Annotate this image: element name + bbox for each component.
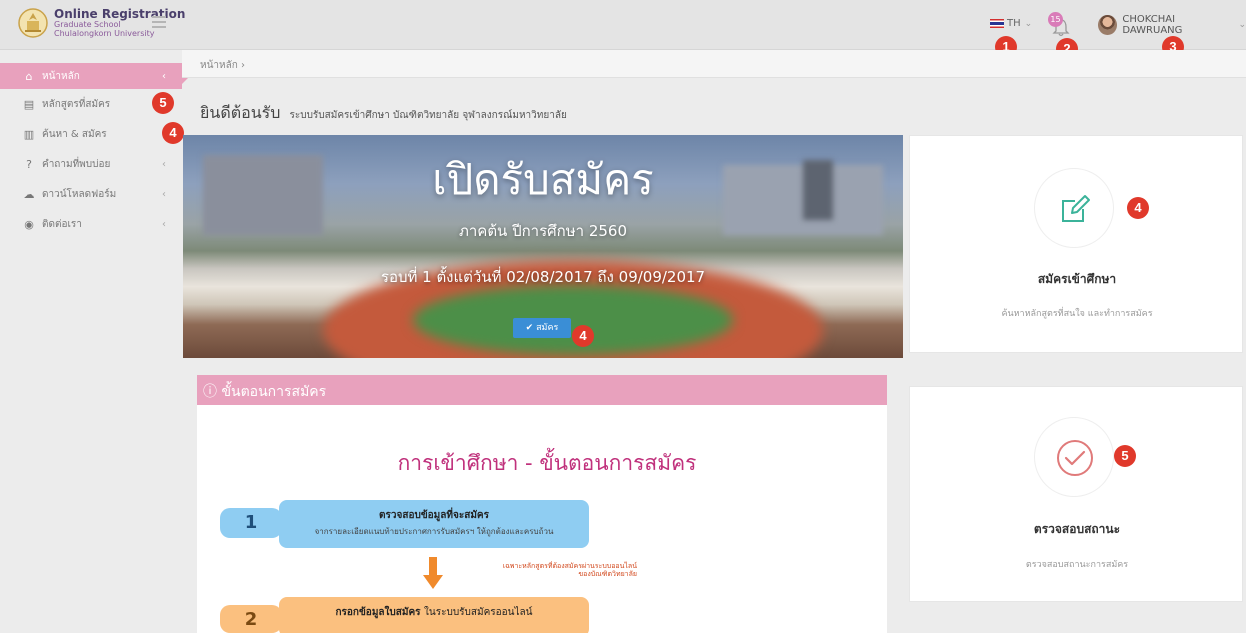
university-seal-icon <box>18 8 48 38</box>
course-icon: ▤ <box>23 97 35 111</box>
step-1-title: ตรวจสอบข้อมูลที่จะสมัคร <box>379 510 489 521</box>
status-card-title: ตรวจสอบสถานะ <box>1033 522 1121 536</box>
annotation-marker-4: 4 <box>1127 197 1149 219</box>
sidebar-item-label: ค้นหา & สมัคร <box>42 128 107 140</box>
chevron-down-icon: ⌄ <box>1238 20 1246 30</box>
step-2-box: กรอกข้อมูลใบสมัคร ในระบบรับสมัครออนไลน์ <box>279 597 589 633</box>
user-menu[interactable]: CHOKCHAI DAWRUANG ⌄ <box>1098 14 1246 36</box>
info-icon: ⓘ <box>203 384 222 400</box>
sidebar-item-label: หน้าหลัก <box>42 70 80 82</box>
sidebar-item-label: ติดต่อเรา <box>42 218 82 230</box>
welcome-subtitle: ระบบรับสมัครเข้าศึกษา บัณฑิตวิทยาลัย จุฬ… <box>289 110 567 121</box>
step-note-line-2: ของบัณฑิตวิทยาลัย <box>578 570 637 579</box>
breadcrumb: หน้าหลัก › <box>182 50 1246 78</box>
check-circle-icon <box>1057 440 1093 476</box>
step-2-title: กรอกข้อมูลใบสมัคร ในระบบรับสมัครออนไลน์ <box>279 605 589 620</box>
step-2-title-bold: กรอกข้อมูลใบสมัคร <box>335 607 421 618</box>
book-icon: ▥ <box>23 127 35 141</box>
status-card-description: ตรวจสอบสถานะการสมัคร <box>1025 560 1129 570</box>
step-1-number: 1 <box>220 508 282 538</box>
apply-button-label: สมัคร <box>536 323 559 333</box>
hero-round-dates: รอบที่ 1 ตั้งแต่วันที่ 02/08/2017 ถึง 09… <box>380 268 706 286</box>
sidebar-item-download[interactable]: ☁ ดาวน์โหลดฟอร์ม ‹ <box>0 181 182 207</box>
avatar <box>1098 15 1118 35</box>
chevron-left-icon: ‹ <box>162 158 166 170</box>
language-selector[interactable]: TH ⌄ <box>990 18 1032 29</box>
menu-toggle-icon[interactable] <box>152 16 166 28</box>
sidebar-item-label: หลักสูตรที่สมัคร <box>42 98 111 110</box>
sidebar: ⌂ หน้าหลัก ‹ ▤ หลักสูตรที่สมัคร ▥ ค้นหา … <box>0 50 190 633</box>
question-icon: ? <box>26 157 32 171</box>
annotation-marker-4: 4 <box>572 325 594 347</box>
step-1-box: ตรวจสอบข้อมูลที่จะสมัคร จากรายละเอียดแนบ… <box>279 500 589 548</box>
annotation-marker-5: 5 <box>1114 445 1136 467</box>
chevron-left-icon: ‹ <box>162 70 166 82</box>
apply-button[interactable]: ✔ สมัคร <box>513 318 571 338</box>
sidebar-item-faq[interactable]: ? คำถามที่พบบ่อย ‹ <box>0 151 182 177</box>
cloud-download-icon: ☁ <box>23 187 35 201</box>
welcome-title: ยินดีต้อนรับ <box>200 103 281 122</box>
steps-header-label: ขั้นตอนการสมัคร <box>221 384 327 400</box>
hero-semester: ภาคต้น ปีการศึกษา 2560 <box>458 222 628 240</box>
step-note-line-1: เฉพาะหลักสูตรที่ต้องสมัครผ่านระบบออนไลน์ <box>502 562 637 570</box>
apply-card[interactable]: สมัครเข้าศึกษา ค้นหาหลักสูตรที่สนใจ และท… <box>909 135 1243 353</box>
steps-panel-header: ⓘ ขั้นตอนการสมัคร <box>197 375 887 405</box>
annotation-marker-4: 4 <box>162 122 184 144</box>
sidebar-item-contact[interactable]: ◉ ติดต่อเรา ‹ <box>0 211 182 237</box>
edit-icon <box>1062 195 1090 222</box>
hero-title: เปิดรับสมัคร <box>432 155 654 204</box>
annotation-marker-5: 5 <box>152 92 174 114</box>
sidebar-item-search-apply[interactable]: ▥ ค้นหา & สมัคร <box>0 121 182 147</box>
steps-panel: การเข้าศึกษา - ขั้นตอนการสมัคร 1 ตรวจสอบ… <box>197 405 887 633</box>
apply-card-icon-circle <box>1034 168 1114 248</box>
home-icon: ⌂ <box>25 69 33 83</box>
location-icon: ◉ <box>24 217 34 231</box>
chevron-down-icon: ⌄ <box>1024 18 1033 29</box>
step-note: เฉพาะหลักสูตรที่ต้องสมัครผ่านระบบออนไลน์… <box>457 562 637 579</box>
step-2-number: 2 <box>220 605 282 633</box>
check-icon: ✔ <box>525 323 537 333</box>
arrow-down-icon <box>423 557 443 589</box>
notification-badge: 15 <box>1048 12 1063 27</box>
apply-card-title: สมัครเข้าศึกษา <box>1037 272 1117 286</box>
field-image <box>413 285 733 355</box>
brand-university: Chulalongkorn University <box>54 29 155 38</box>
thai-flag-icon <box>990 19 1004 28</box>
page-title: ยินดีต้อนรับ ระบบรับสมัครเข้าศึกษา บัณฑิ… <box>200 101 567 126</box>
language-label: TH <box>1007 18 1021 29</box>
hero-banner: เปิดรับสมัคร ภาคต้น ปีการศึกษา 2560 รอบท… <box>183 135 903 358</box>
step-2-title-rest: ในระบบรับสมัครออนไลน์ <box>424 607 533 618</box>
apply-card-description: ค้นหาหลักสูตรที่สนใจ และทำการสมัคร <box>1001 309 1153 319</box>
status-card-icon-circle <box>1034 417 1114 497</box>
chevron-left-icon: ‹ <box>162 218 166 230</box>
sidebar-item-label: ดาวน์โหลดฟอร์ม <box>42 188 117 200</box>
breadcrumb-home[interactable]: หน้าหลัก <box>200 60 238 71</box>
step-1-description: จากรายละเอียดแนบท้ายประกาศการรับสมัครฯ ใ… <box>314 527 554 536</box>
status-card[interactable]: ตรวจสอบสถานะ ตรวจสอบสถานะการสมัคร <box>909 386 1243 602</box>
chevron-left-icon: ‹ <box>162 188 166 200</box>
user-name: CHOKCHAI DAWRUANG <box>1122 14 1183 36</box>
chevron-right-icon: › <box>241 60 246 71</box>
sidebar-item-label: คำถามที่พบบ่อย <box>42 158 111 170</box>
sidebar-item-home[interactable]: ⌂ หน้าหลัก ‹ <box>0 63 190 89</box>
notification-button[interactable]: 15 <box>1048 12 1072 38</box>
steps-title: การเข้าศึกษา - ขั้นตอนการสมัคร <box>397 451 697 475</box>
